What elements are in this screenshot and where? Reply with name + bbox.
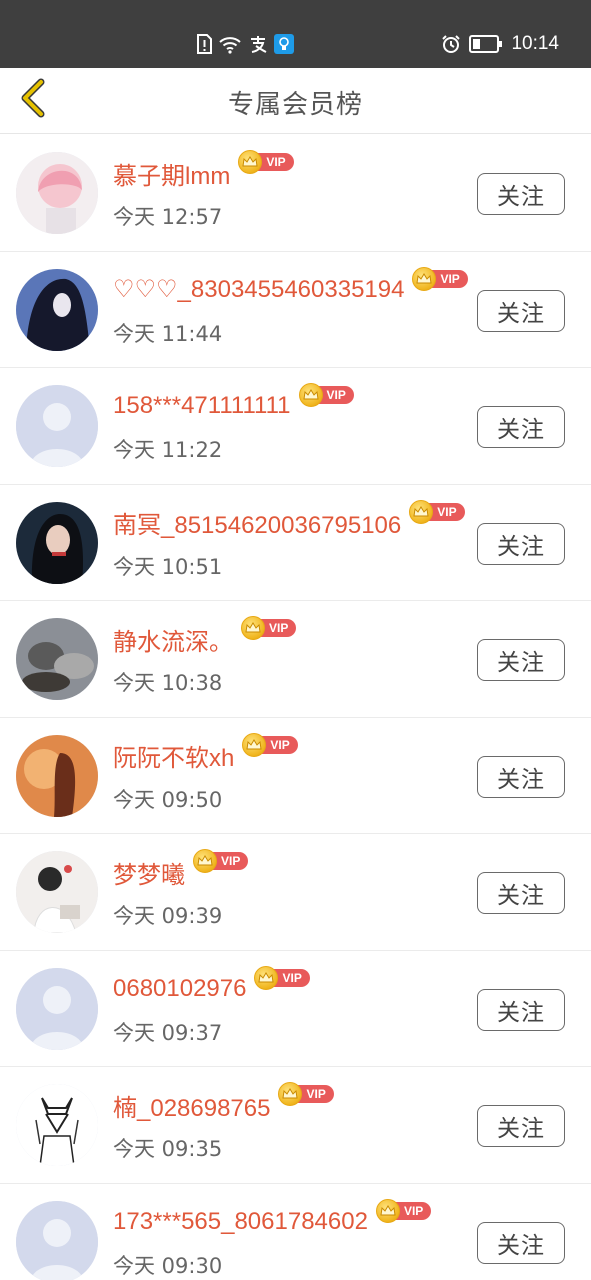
name-line: 静水流深。 VIP [113,616,297,657]
crown-icon [241,616,265,640]
sim-alert-icon [196,34,212,54]
crown-icon [375,1198,400,1223]
alipay-icon [248,34,268,54]
dark-hair-girl-avatar[interactable] [16,268,98,351]
singer-photo-avatar[interactable] [16,501,98,584]
member-name[interactable]: 静水流深。 [113,622,233,657]
alarm-icon [441,34,461,54]
member-name[interactable]: 0680102976 [113,975,246,1003]
follow-button[interactable]: 关注 [477,988,565,1031]
vip-badge: VIP [242,732,298,757]
status-time: 10:14 [511,33,559,54]
vip-badge: VIP [238,150,294,174]
follow-button[interactable]: 关注 [477,755,565,798]
member-name[interactable]: 南冥_85154620036795106 [113,505,401,540]
vip-badge: VIP [278,1082,334,1106]
sketch-fox-mask-avatar[interactable] [16,1084,98,1166]
crown-icon [242,732,267,757]
bulb-app-icon [274,34,294,54]
member-time: 今天 09:30 [113,1253,223,1278]
member-row-4[interactable]: 南冥_85154620036795106 VIP 今天 10:51 关注 [0,485,591,601]
name-line: 阮阮不软xh VIP [113,732,298,774]
member-name[interactable]: 158***471111111 [113,392,291,420]
sunset-silhouette-avatar[interactable] [16,734,98,817]
name-line: 158***471111111 VIP [113,383,354,424]
member-time: 今天 10:51 [113,554,223,579]
follow-button[interactable]: 关注 [477,1221,565,1264]
default-avatar[interactable] [16,1200,98,1280]
cats-photo-avatar[interactable] [16,618,98,700]
name-line: 梦梦曦 VIP [113,849,249,890]
wifi-icon [218,34,242,54]
member-name[interactable]: ♡♡♡_8303455460335194 [113,275,404,304]
follow-button[interactable]: 关注 [477,406,565,448]
page-title: 专属会员榜 [227,90,363,120]
girl-with-book-avatar[interactable] [16,851,98,933]
nav-bar: 专属会员榜 [0,68,591,134]
member-name[interactable]: 慕子期lmm [113,156,230,191]
follow-button[interactable]: 关注 [477,639,565,681]
crown-icon [193,849,217,873]
default-avatar[interactable] [16,967,98,1050]
member-row-5[interactable]: 静水流深。 VIP 今天 10:38 关注 [0,601,591,718]
vip-badge: VIP [375,1198,432,1223]
crown-icon [254,965,279,990]
member-time: 今天 09:37 [113,1020,223,1045]
member-row-8[interactable]: 0680102976 VIP 今天 09:37 关注 [0,951,591,1067]
member-time: 今天 11:22 [113,438,223,462]
member-list: 慕子期lmm VIP 今天 12:57 关注 ♡♡♡_8303455460335… [0,135,591,1280]
default-avatar[interactable] [16,385,98,467]
member-row-9[interactable]: 楠_028698765 VIP 今天 09:35 关注 [0,1067,591,1184]
status-icons-right-group: 10:14 [441,30,559,58]
crown-icon [409,499,434,524]
battery-icon [469,35,503,53]
name-line: 0680102976 VIP [113,965,310,1007]
member-name[interactable]: 阮阮不软xh [113,738,234,773]
member-name[interactable]: 173***565_8061784602 [113,1208,368,1236]
member-time: 今天 11:44 [113,321,223,346]
member-time: 今天 09:50 [113,787,223,812]
member-time: 今天 10:38 [113,671,223,695]
follow-button[interactable]: 关注 [477,173,565,215]
name-line: 楠_028698765 VIP [113,1082,334,1123]
status-icons-left-group [196,32,294,56]
member-row-1[interactable]: 慕子期lmm VIP 今天 12:57 关注 [0,135,591,252]
status-bar: 10:14 [0,0,591,68]
member-row-10[interactable]: 173***565_8061784602 VIP 今天 09:30 关注 [0,1184,591,1280]
name-line: ♡♡♡_8303455460335194 VIP [113,266,468,308]
member-time: 今天 12:57 [113,205,223,229]
follow-button[interactable]: 关注 [477,1105,565,1147]
member-row-2[interactable]: ♡♡♡_8303455460335194 VIP 今天 11:44 关注 [0,252,591,368]
vip-badge: VIP [241,616,297,640]
member-name[interactable]: 梦梦曦 [113,855,185,890]
member-row-6[interactable]: 阮阮不软xh VIP 今天 09:50 关注 [0,718,591,834]
name-line: 173***565_8061784602 VIP [113,1198,432,1240]
member-row-3[interactable]: 158***471111111 VIP 今天 11:22 关注 [0,368,591,485]
follow-button[interactable]: 关注 [477,872,565,914]
name-line: 慕子期lmm VIP [113,150,294,191]
crown-icon [412,266,437,291]
member-time: 今天 09:35 [113,1137,223,1161]
vip-badge: VIP [412,266,468,291]
follow-button[interactable]: 关注 [477,289,565,332]
vip-badge: VIP [409,499,465,524]
follow-button[interactable]: 关注 [477,522,565,565]
vip-badge: VIP [298,383,354,407]
vip-badge: VIP [193,849,249,873]
vip-badge: VIP [254,965,310,990]
member-time: 今天 09:39 [113,904,223,928]
name-line: 南冥_85154620036795106 VIP [113,499,465,541]
crown-icon [298,383,323,407]
pink-hair-anime-avatar[interactable] [16,152,98,234]
member-name[interactable]: 楠_028698765 [113,1088,270,1123]
member-row-7[interactable]: 梦梦曦 VIP 今天 09:39 关注 [0,834,591,951]
